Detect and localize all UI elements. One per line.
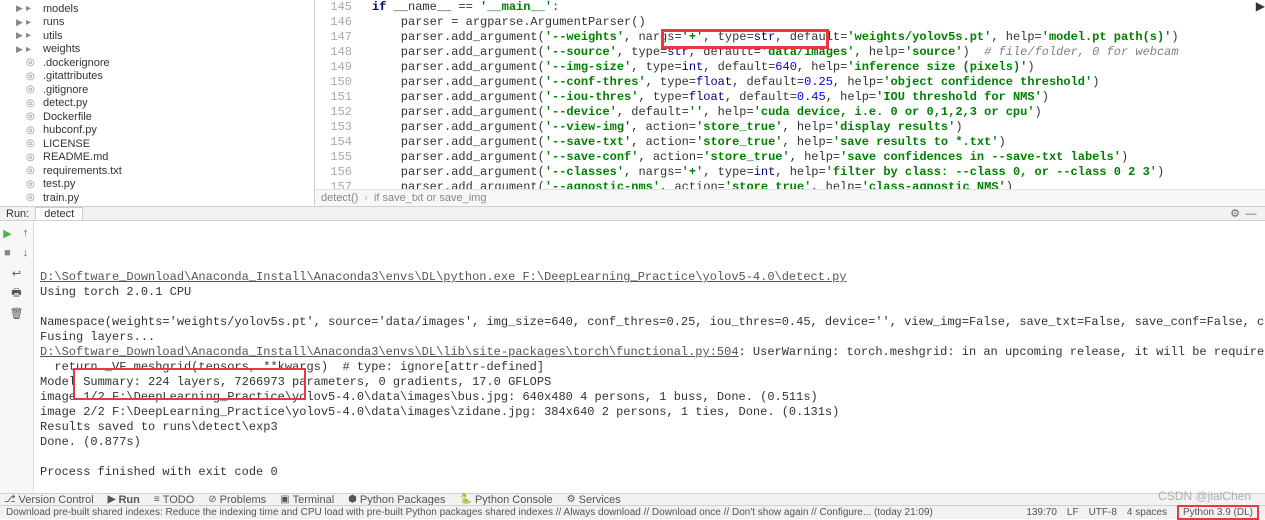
run-header: Run: detect ⚙ — [0,207,1265,221]
tool-tab-problems[interactable]: ⊘Problems [208,494,266,506]
project-tree[interactable]: ▶▸models▶▸runs▶▸utils▶▸weights◎.dockerig… [0,0,315,206]
tool-tab-version-control[interactable]: ⎇Version Control [4,494,94,506]
breadcrumb-fn[interactable]: detect() [321,192,358,204]
file-Dockerfile[interactable]: ◎Dockerfile [0,110,314,124]
up-icon[interactable]: ↑ [18,225,34,241]
tool-tab-python-console[interactable]: 🐍Python Console [460,494,553,506]
file-.gitattributes[interactable]: ◎.gitattributes [0,70,314,84]
folder-runs[interactable]: ▶▸runs [0,16,314,30]
folder-weights[interactable]: ▶▸weights [0,43,314,57]
tool-tab-services[interactable]: ⚙Services [567,494,621,506]
stop-icon[interactable]: ■ [0,245,16,261]
status-bar: Download pre-built shared indexes: Reduc… [0,505,1265,519]
encoding[interactable]: UTF-8 [1089,507,1117,518]
tool-tab-python-packages[interactable]: ⬢Python Packages [348,494,445,506]
file-detect.py[interactable]: ◎detect.py [0,97,314,111]
minimize-icon[interactable]: — [1243,208,1259,220]
run-label: Run: [6,208,29,220]
file-LICENSE[interactable]: ◎LICENSE [0,137,314,151]
file-train.py[interactable]: ◎train.py [0,191,314,205]
tool-window-bar: ⎇Version Control ▶Run ≡TODO ⊘Problems ▣Termi… [0,493,1265,505]
status-message[interactable]: Download pre-built shared indexes: Reduc… [6,507,933,518]
print-icon[interactable]: 🖶 [9,285,25,301]
file-.gitignore[interactable]: ◎.gitignore [0,83,314,97]
wrap-icon[interactable]: ↩ [9,265,25,281]
folder-models[interactable]: ▶▸models [0,2,314,16]
rerun-icon[interactable]: ▶ [0,225,16,241]
console-output[interactable]: D:\Software_Download\Anaconda_Install\An… [34,221,1265,493]
indent[interactable]: 4 spaces [1127,507,1167,518]
line-separator[interactable]: LF [1067,507,1079,518]
interpreter[interactable]: Python 3.9 (DL) [1177,505,1259,520]
run-gutter-icon[interactable]: ▶ [1256,0,1265,189]
tool-tab-todo[interactable]: ≡TODO [154,494,194,506]
gutter: 145146147148149150151152153154155156157 [315,0,360,189]
breadcrumb[interactable]: detect() › if save_txt or save_img [315,189,1265,206]
down-icon[interactable]: ↓ [18,245,34,261]
tool-tab-run[interactable]: ▶Run [108,494,140,506]
file-README.md[interactable]: ◎README.md [0,151,314,165]
tool-tab-terminal[interactable]: ▣Terminal [280,494,334,506]
gear-icon[interactable]: ⚙ [1227,207,1243,220]
file-requirements.txt[interactable]: ◎requirements.txt [0,164,314,178]
file-test.py[interactable]: ◎test.py [0,178,314,192]
file-.dockerignore[interactable]: ◎.dockerignore [0,56,314,70]
breadcrumb-cond[interactable]: if save_txt or save_img [374,192,487,204]
folder-utils[interactable]: ▶▸utils [0,29,314,43]
code-editor[interactable]: 145146147148149150151152153154155156157 … [315,0,1265,206]
run-tab[interactable]: detect [35,207,83,220]
file-hubconf.py[interactable]: ◎hubconf.py [0,124,314,138]
run-toolbar: ▶ ↑ ■ ↓ ↩ 🖶 🗑 [0,221,34,493]
code-lines[interactable]: if __name__ == '__main__': parser = argp… [360,0,1256,189]
caret-position[interactable]: 139:70 [1026,507,1057,518]
trash-icon[interactable]: 🗑 [9,305,25,321]
